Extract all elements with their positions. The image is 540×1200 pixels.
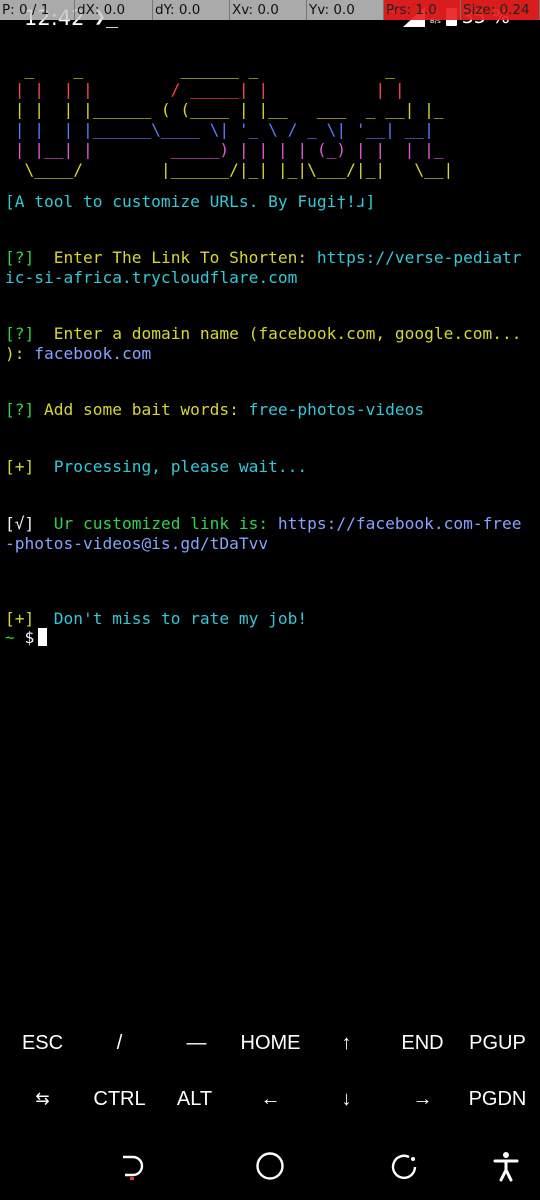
accessibility-icon xyxy=(493,1152,519,1182)
status-text: Processing, please wait... xyxy=(34,457,308,476)
banner-line-5: | |__| | _____) | | | | (_) | | | |_ xyxy=(5,140,454,159)
rate-line: [+] Don't miss to rate my job! xyxy=(5,609,307,629)
question-domain: [?] Enter a domain name (facebook.com, g… xyxy=(5,324,522,344)
arrow-right-key[interactable]: → xyxy=(384,1071,461,1127)
arrow-left-key[interactable]: ← xyxy=(232,1071,309,1127)
question-text: ): xyxy=(5,344,35,363)
answer-continued: ic-si-africa.trycloudflare.com xyxy=(5,268,298,287)
question-tag: [?] xyxy=(5,248,35,267)
tab-key[interactable]: ⇆ xyxy=(4,1071,81,1127)
pointer-pressure: Prs: 1.0 xyxy=(384,0,461,20)
status-text: Don't miss to rate my job! xyxy=(34,609,308,628)
prompt-dollar: $ xyxy=(14,628,35,647)
banner-line-2: | | | | / _____| | | | xyxy=(5,80,425,99)
terminal-output[interactable]: _ _ ______ _ _ | | | | / _____| | | | | … xyxy=(0,36,540,1026)
text-cursor xyxy=(38,628,48,646)
prompt-tilde: ~ xyxy=(5,628,15,647)
question-tag: [?] xyxy=(5,400,35,419)
banner-line-3: | | | |______ ( (____ | |__ ___ _ __| |_ xyxy=(5,100,454,119)
question-text: Add some bait words: xyxy=(34,400,249,419)
answer-text: https://verse-pediatr xyxy=(316,248,522,267)
pgdn-key[interactable]: PGDN xyxy=(459,1071,536,1127)
extra-keys-bar: ESC / — HOME ↑ END PGUP ⇆ CTRL ALT ← ↓ →… xyxy=(0,1015,540,1127)
tagline: [A tool to customize URLs. By Fugi†!ɹ] xyxy=(5,192,376,211)
recents-button[interactable] xyxy=(384,1146,424,1186)
slash-key[interactable]: / xyxy=(81,1015,158,1071)
recents-icon xyxy=(391,1154,417,1179)
pointer-location-overlay: P: 0 / 1 dX: 0.0 dY: 0.0 Xv: 0.0 Yv: 0.0… xyxy=(0,0,540,20)
end-key[interactable]: END xyxy=(384,1015,461,1071)
pgup-key[interactable]: PGUP xyxy=(459,1015,536,1071)
pointer-xv: Xv: 0.0 xyxy=(230,0,307,20)
alt-key[interactable]: ALT xyxy=(156,1071,233,1127)
arrow-down-key[interactable]: ↓ xyxy=(308,1071,385,1127)
esc-key[interactable]: ESC xyxy=(4,1015,81,1071)
home-key[interactable]: HOME xyxy=(232,1015,309,1071)
status-tag: [+] xyxy=(5,457,35,476)
question-text: Enter a domain name (facebook.com, googl… xyxy=(34,324,522,343)
pointer-size: Size: 0.24 xyxy=(461,0,540,20)
question-domain-continued: ): facebook.com xyxy=(5,344,151,364)
status-tag: [√] xyxy=(5,514,35,533)
accessibility-button[interactable] xyxy=(486,1146,526,1186)
home-button[interactable] xyxy=(250,1146,290,1186)
pointer-yv: Yv: 0.0 xyxy=(307,0,384,20)
processing-line: [+] Processing, please wait... xyxy=(5,457,307,477)
banner-line-4: | | | |______\____ \| '_ \ / _ \| '__| _… xyxy=(5,120,434,139)
banner-line-1: _ _ ______ _ _ xyxy=(5,60,425,79)
home-circle-icon xyxy=(256,1152,284,1180)
back-button[interactable] xyxy=(114,1146,154,1186)
back-icon xyxy=(123,1155,144,1180)
arrow-up-key[interactable]: ↑ xyxy=(308,1015,385,1071)
question-tag: [?] xyxy=(5,324,35,343)
result-line: [√] Ur customized link is: https://faceb… xyxy=(5,514,522,534)
result-link[interactable]: https://facebook.com-free xyxy=(278,514,522,533)
result-link-continued[interactable]: -photos-videos@is.gd/tDaTvv xyxy=(5,534,268,554)
banner-line-6: \____/ |______/|_| |_|\___/|_| \__| xyxy=(5,160,454,179)
shell-prompt[interactable]: ~ $ xyxy=(5,628,48,648)
pointer-count: P: 0 / 1 xyxy=(0,0,75,20)
answer-text: facebook.com xyxy=(34,344,152,363)
status-tag: [+] xyxy=(5,609,35,628)
pointer-dx: dX: 0.0 xyxy=(75,0,153,20)
question-text: Enter The Link To Shorten: xyxy=(34,248,317,267)
navigation-bar xyxy=(0,1128,540,1200)
result-label: Ur customized link is: xyxy=(34,514,278,533)
pointer-dy: dY: 0.0 xyxy=(153,0,230,20)
dash-key[interactable]: — xyxy=(158,1015,235,1071)
question-bait: [?] Add some bait words: free-photos-vid… xyxy=(5,400,424,420)
question-link: [?] Enter The Link To Shorten: https://v… xyxy=(5,248,522,268)
ctrl-key[interactable]: CTRL xyxy=(81,1071,158,1127)
answer-text: free-photos-videos xyxy=(248,400,425,419)
